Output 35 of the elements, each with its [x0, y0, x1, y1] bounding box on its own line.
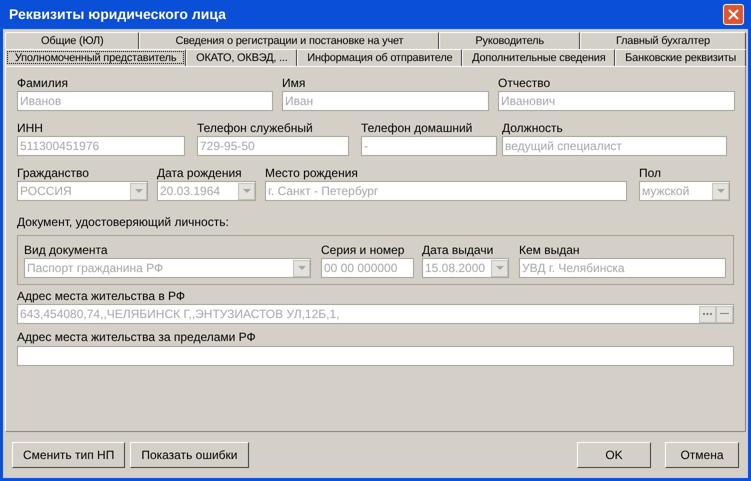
- close-icon: [728, 9, 739, 20]
- field-label: Телефон служебный: [197, 121, 314, 136]
- dialog-button[interactable]: OK: [577, 442, 651, 468]
- field-label: Адрес места жительства за пределами РФ: [17, 330, 257, 346]
- tab[interactable]: Сведения о регистрации и постановке на учет: [139, 32, 440, 49]
- field-label: Адрес места жительства в РФ: [17, 289, 186, 304]
- field-label: ИНН: [17, 121, 44, 136]
- field-label: Кем выдан: [519, 243, 581, 258]
- field-label: Пол: [639, 166, 662, 181]
- field-label: Вид документа: [24, 243, 109, 258]
- dialog-button[interactable]: Отмена: [665, 442, 739, 468]
- tab[interactable]: Руководитель: [439, 32, 580, 49]
- tab[interactable]: ОКАТО, ОКВЭД, ...: [186, 49, 298, 66]
- field-label: Дата рождения: [157, 166, 243, 181]
- field-label: Должность: [502, 121, 564, 136]
- tab[interactable]: Дополнительные сведения: [462, 49, 616, 66]
- action-button[interactable]: Показать ошибки: [130, 442, 249, 468]
- field-label: Фамилия: [17, 76, 69, 91]
- window-title: Реквизиты юридического лица: [8, 5, 226, 24]
- field-label: Место рождения: [265, 166, 359, 181]
- action-button[interactable]: Сменить тип НП: [12, 442, 126, 468]
- tab[interactable]: Главный бухгалтер: [580, 32, 746, 49]
- tab[interactable]: Информация об отправителе: [297, 49, 462, 66]
- field-label: Серия и номер: [321, 243, 406, 258]
- field-label: Дата выдачи: [422, 243, 494, 258]
- field-label: Телефон домашний: [361, 121, 474, 136]
- tab[interactable]: Уполномоченный представитель: [5, 49, 186, 66]
- close-button[interactable]: [723, 4, 744, 25]
- tab[interactable]: Общие (ЮЛ): [5, 32, 140, 49]
- tab[interactable]: Банковские реквизиты: [615, 49, 746, 66]
- group-title: Документ, удостоверяющий личность:: [17, 215, 230, 229]
- field-label: Гражданство: [17, 166, 90, 181]
- field-label: Отчество: [498, 76, 552, 91]
- field-label: Имя: [282, 76, 306, 91]
- input-field[interactable]: [17, 346, 734, 366]
